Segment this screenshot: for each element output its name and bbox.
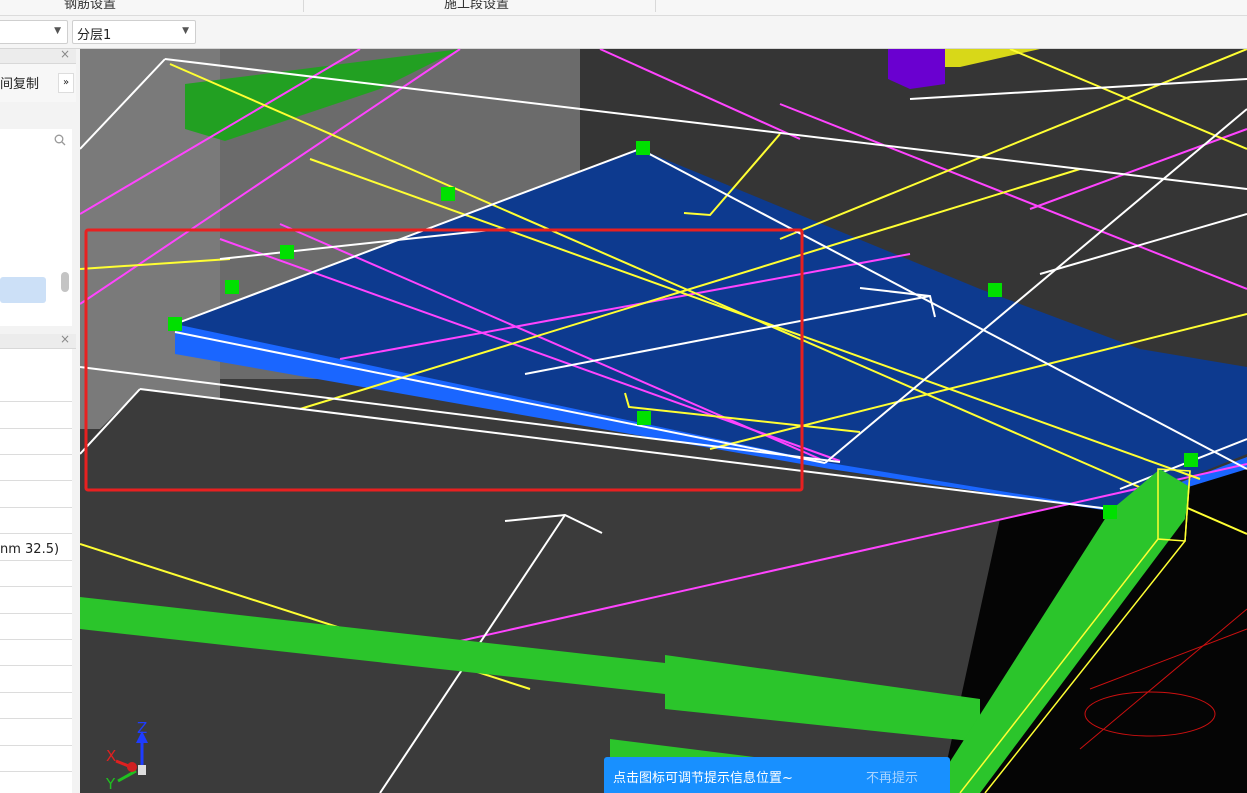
close-icon[interactable]: × [60, 332, 70, 346]
tab-divider [303, 0, 304, 12]
properties-panel-header: × [0, 332, 76, 349]
grip-point [988, 283, 1002, 297]
grip-point [636, 141, 650, 155]
search-icon [54, 134, 66, 146]
y-axis-label: Y [105, 775, 116, 793]
chevron-down-icon: ▼ [182, 26, 189, 36]
left-panel: × 间复制 » × nm 32.5) [0, 47, 81, 793]
toolbar: ▼ 分层1 ▼ [0, 16, 1247, 49]
model-canvas[interactable]: Z X Y [80, 49, 1247, 793]
tab-construction-section-settings[interactable]: 施工段设置 [444, 0, 509, 12]
properties-table: nm 32.5) [0, 349, 72, 793]
tab-rebar-settings[interactable]: 钢筋设置 [64, 0, 116, 12]
hint-message[interactable]: 点击图标可调节提示信息位置~ [613, 767, 793, 786]
grip-point [637, 411, 651, 425]
z-axis-label: Z [137, 719, 147, 737]
dismiss-hint-link[interactable]: 不再提示 [866, 767, 918, 786]
scrollbar-thumb[interactable] [61, 272, 69, 292]
grip-point [168, 317, 182, 331]
list-item-selected[interactable] [0, 277, 46, 303]
close-icon[interactable]: × [60, 47, 70, 61]
grip-point [225, 280, 239, 294]
3d-viewport[interactable]: Z X Y [80, 49, 1247, 793]
tab-divider [655, 0, 656, 12]
grip-point [1103, 505, 1117, 519]
chevron-down-icon: ▼ [54, 26, 61, 36]
top-tab-strip: 钢筋设置 施工段设置 [0, 0, 1247, 16]
property-value-cement[interactable]: nm 32.5) [0, 542, 59, 557]
grip-point [280, 245, 294, 259]
copy-between-floors-label[interactable]: 间复制 [0, 73, 39, 92]
panel-toolbar: 间复制 » [0, 64, 76, 102]
floor-layer-value: 分层1 [77, 28, 112, 43]
x-axis-label: X [106, 747, 116, 765]
grip-point [441, 187, 455, 201]
expand-toolbar-button[interactable]: » [58, 73, 74, 93]
hint-banner: 点击图标可调节提示信息位置~ 不再提示 [604, 757, 950, 793]
search-input[interactable] [0, 129, 72, 152]
grip-point [1184, 453, 1198, 467]
floor-layer-dropdown[interactable]: 分层1 ▼ [72, 20, 196, 44]
component-type-dropdown[interactable]: ▼ [0, 20, 68, 44]
component-list [0, 151, 72, 326]
panel-header: × [0, 47, 76, 64]
